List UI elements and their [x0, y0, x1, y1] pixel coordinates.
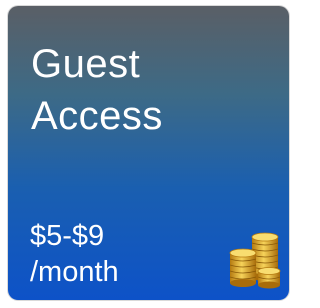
coin-stacks-icon — [229, 232, 281, 289]
tile-title: Guest Access — [31, 38, 163, 142]
price-range: $5-$9 — [30, 220, 105, 252]
price-label: $5-$9/month — [30, 218, 119, 290]
price-period: /month — [30, 256, 119, 288]
title-line-2: Access — [31, 94, 163, 138]
guest-access-tile[interactable]: Guest Access $5-$9/month — [8, 6, 289, 300]
title-line-1: Guest — [31, 42, 141, 86]
